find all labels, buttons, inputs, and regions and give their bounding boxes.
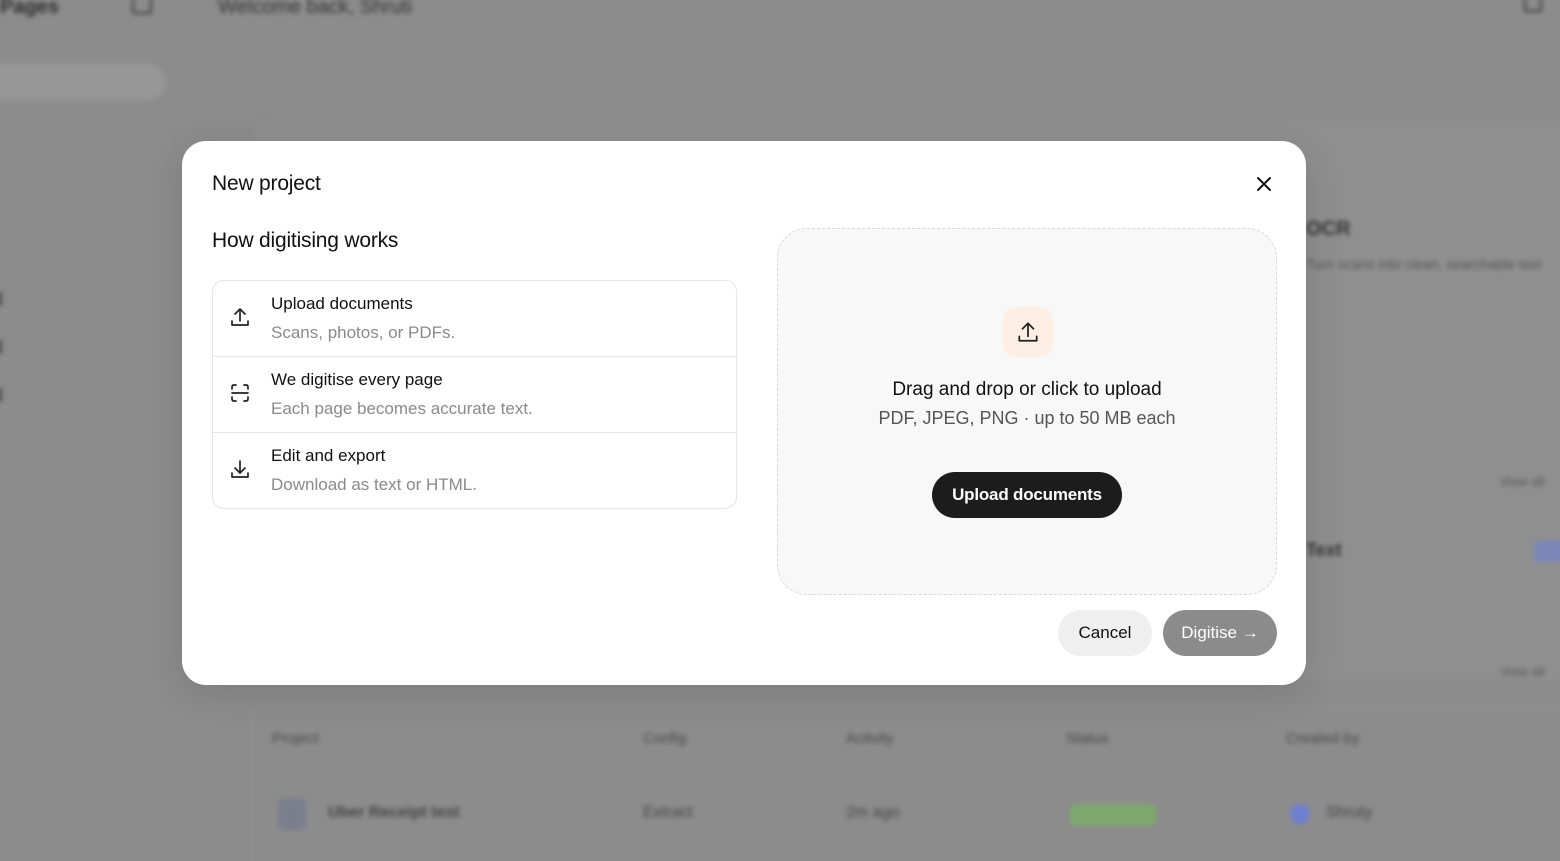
step-digitise: We digitise every page Each page becomes…: [213, 357, 736, 433]
digitise-button[interactable]: Digitise →: [1163, 610, 1277, 656]
upload-icon: [1018, 322, 1038, 342]
table-cell: 2m ago: [846, 804, 900, 821]
step-upload: Upload documents Scans, photos, or PDFs.: [213, 281, 736, 357]
view-all-link: View all: [1500, 474, 1545, 489]
table-cell: Extract: [643, 804, 693, 821]
table-header: Config: [643, 730, 687, 747]
download-icon: [231, 460, 249, 478]
step-title: Upload documents: [271, 294, 413, 313]
welcome-heading: Welcome back, Shruti: [218, 0, 413, 18]
sidebar-toggle-icon: [132, 0, 152, 14]
row-label: Text: [1306, 540, 1342, 560]
step-title: We digitise every page: [271, 370, 443, 389]
modal-title: New project: [212, 172, 321, 195]
steps-list: Upload documents Scans, photos, or PDFs.…: [212, 280, 737, 509]
dropzone-icon-badge: [1003, 307, 1053, 357]
sidebar-search: [0, 64, 166, 100]
row-chip: [1534, 540, 1560, 562]
table-cell: Uber Receipt test: [328, 804, 460, 821]
dropzone-title: Drag and drop or click to upload: [892, 379, 1162, 400]
cancel-button[interactable]: Cancel: [1058, 610, 1152, 656]
sidebar-icon: [0, 340, 2, 354]
sidebar-icon: [0, 388, 2, 402]
view-all-link: View all: [1500, 664, 1545, 679]
upload-icon: [231, 308, 249, 326]
close-icon[interactable]: [1256, 176, 1272, 192]
file-icon: [278, 798, 306, 830]
table-cell: Shruty: [1326, 804, 1373, 821]
new-project-modal: New project How digitising works Upload …: [182, 141, 1306, 685]
step-description: Scans, photos, or PDFs.: [271, 323, 456, 342]
step-export: Edit and export Download as text or HTML…: [213, 433, 736, 508]
table-header: Created by: [1286, 730, 1360, 747]
upload-dropzone[interactable]: Drag and drop or click to upload PDF, JP…: [777, 228, 1277, 595]
card-title: OCR: [1306, 218, 1351, 240]
table-header: Project: [272, 730, 319, 747]
step-description: Each page becomes accurate text.: [271, 399, 533, 418]
table-header: Activity: [846, 730, 894, 747]
section-title: How digitising works: [212, 229, 399, 252]
status-badge: [1070, 804, 1156, 826]
upload-documents-button[interactable]: Upload documents: [932, 472, 1122, 518]
step-description: Download as text or HTML.: [271, 475, 477, 494]
close-button[interactable]: [1252, 172, 1276, 196]
brand-logo: Pages: [0, 0, 59, 18]
avatar: [1290, 804, 1310, 824]
projects-table: [252, 706, 1560, 861]
card-subtitle: Turn scans into clean, searchable text: [1306, 256, 1542, 272]
dropzone-subtitle: PDF, JPEG, PNG · up to 50 MB each: [878, 408, 1176, 428]
sidebar-icon: [0, 292, 2, 306]
scan-icon: [231, 384, 249, 402]
notification-icon: [1524, 0, 1542, 12]
table-header: Status: [1066, 730, 1109, 747]
step-title: Edit and export: [271, 446, 386, 465]
